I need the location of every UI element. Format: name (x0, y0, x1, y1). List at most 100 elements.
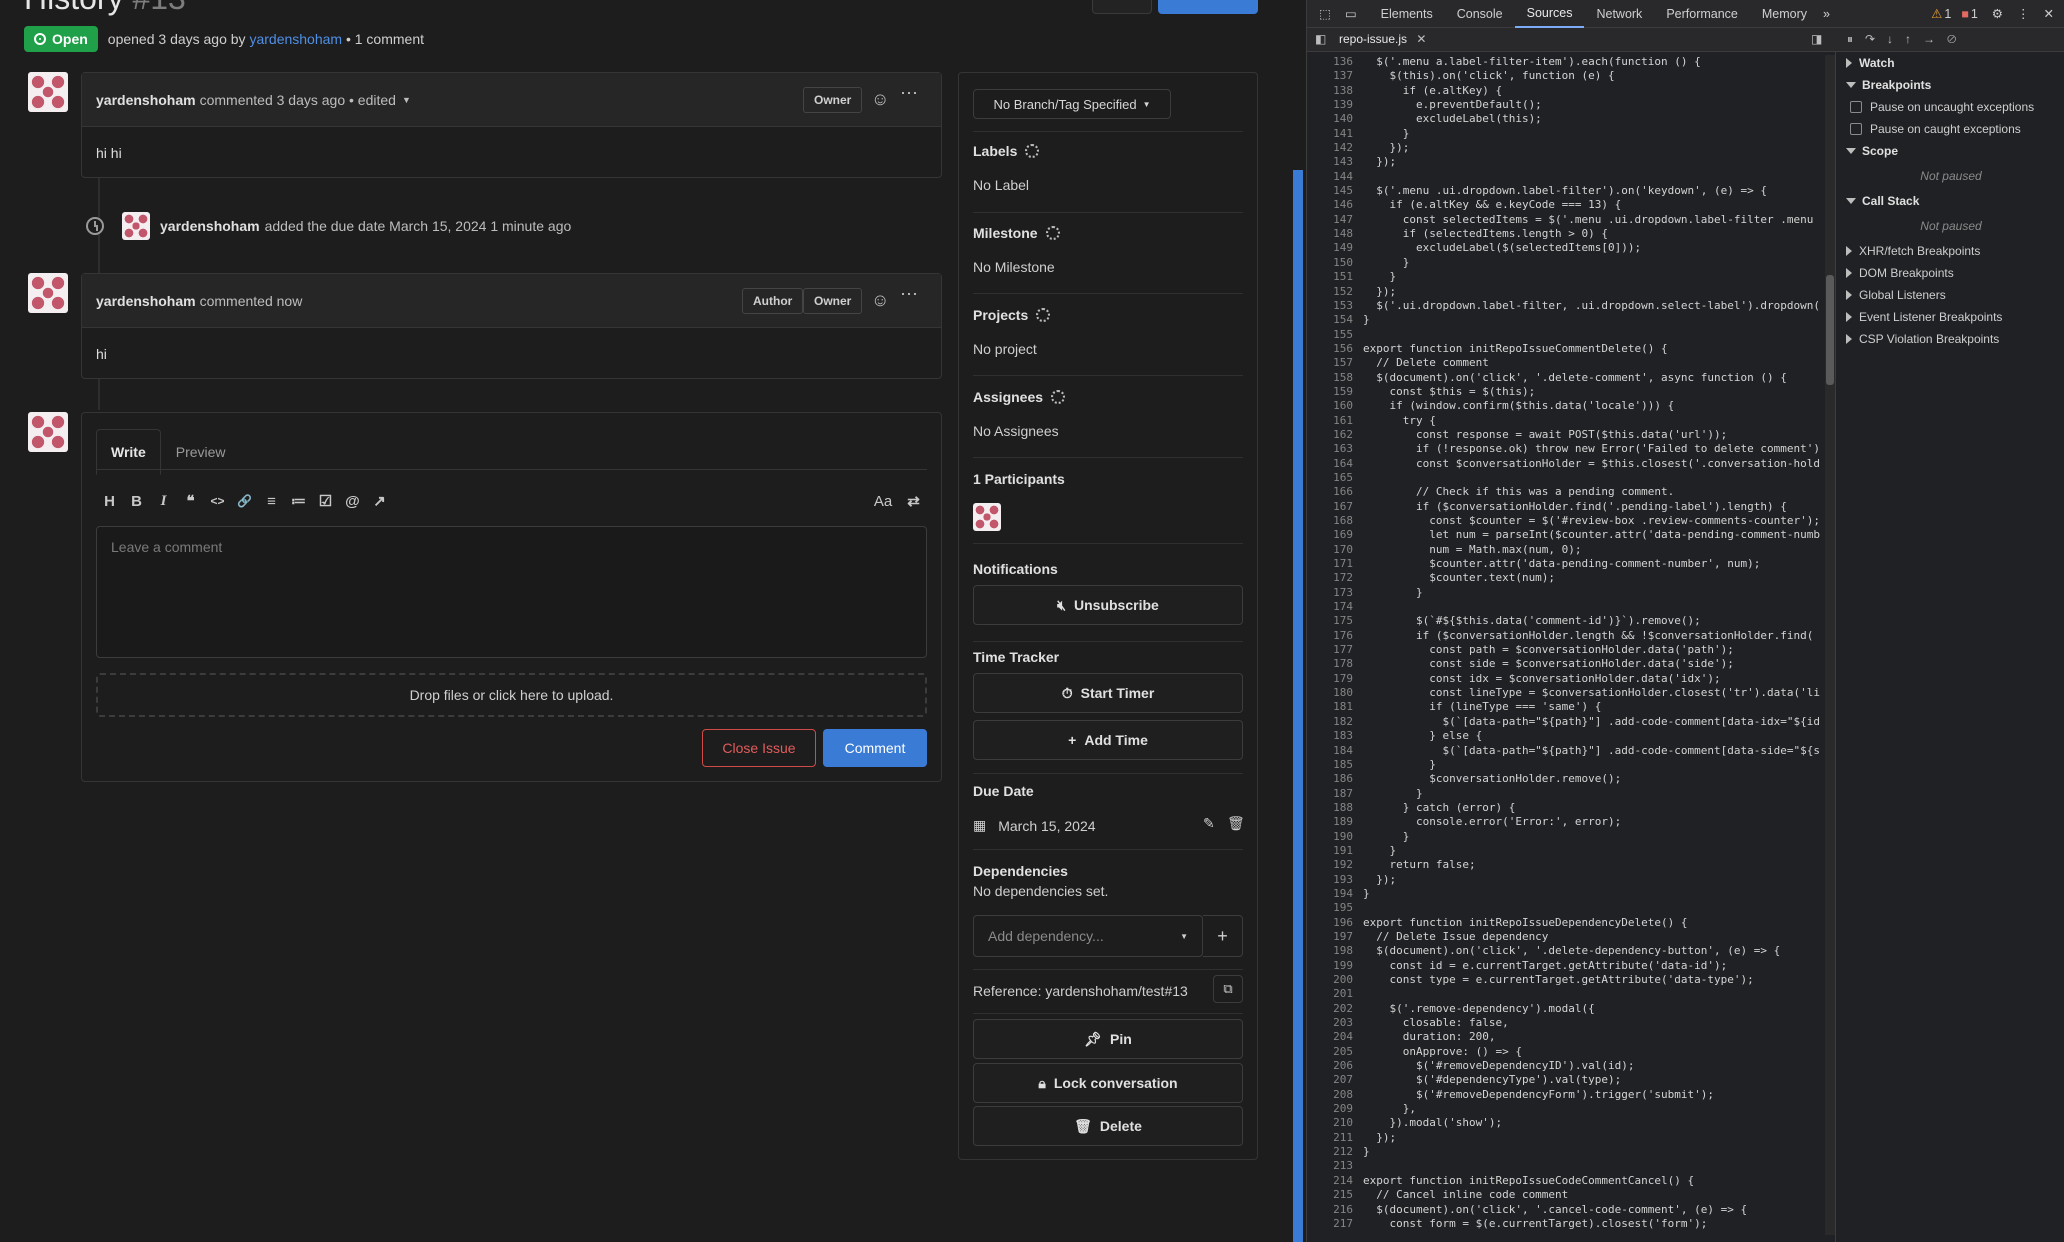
start-timer-button[interactable]: ⏱ Start Timer (973, 673, 1243, 713)
line-number[interactable]: 143 (1307, 155, 1353, 169)
line-number[interactable]: 138 (1307, 84, 1353, 98)
code-line[interactable]: }); (1363, 873, 1821, 887)
avatar[interactable] (122, 212, 150, 240)
quote-icon[interactable]: ❝ (177, 492, 204, 510)
line-number[interactable]: 210 (1307, 1116, 1353, 1130)
code-line[interactable]: $('.ui.dropdown.label-filter, .ui.dropdo… (1363, 299, 1821, 313)
code-line[interactable]: const type = e.currentTarget.getAttribut… (1363, 973, 1821, 987)
gear-icon[interactable] (1045, 226, 1060, 240)
gear-icon[interactable] (1025, 144, 1040, 158)
code-line[interactable]: }, (1363, 1102, 1821, 1116)
line-number[interactable]: 205 (1307, 1045, 1353, 1059)
code-line[interactable]: // Check if this was a pending comment. (1363, 485, 1821, 499)
font-toggle-icon[interactable]: Aa (866, 493, 900, 510)
code-line[interactable]: const response = await POST($this.data('… (1363, 428, 1821, 442)
code-editor[interactable]: 136 137 138 139 140 141 142 143 144 145 146 147 148 1… (1307, 55, 1821, 1235)
bold-icon[interactable]: B (123, 493, 150, 510)
line-number[interactable]: 208 (1307, 1088, 1353, 1102)
line-number[interactable]: 165 (1307, 471, 1353, 485)
reference-icon[interactable]: ↗ (366, 492, 393, 510)
line-number[interactable]: 196 (1307, 916, 1353, 930)
code-line[interactable]: } (1363, 844, 1821, 858)
unordered-list-icon[interactable]: ≡ (258, 493, 285, 510)
more-icon[interactable]: ⋯ (900, 83, 918, 104)
line-number[interactable]: 167 (1307, 500, 1353, 514)
code-line[interactable]: e.preventDefault(); (1363, 98, 1821, 112)
line-number[interactable]: 136 (1307, 55, 1353, 69)
xhr-breakpoints-section[interactable]: XHR/fetch Breakpoints (1838, 240, 2064, 262)
line-number[interactable]: 151 (1307, 270, 1353, 284)
delete-issue-button[interactable]: 🗑︎ Delete (973, 1106, 1243, 1146)
add-time-button[interactable]: + Add Time (973, 720, 1243, 760)
code-line[interactable] (1363, 987, 1821, 1001)
line-number[interactable]: 175 (1307, 614, 1353, 628)
tab-memory[interactable]: Memory (1750, 0, 1819, 28)
code-line[interactable]: num = Math.max(num, 0); (1363, 543, 1821, 557)
code-line[interactable]: const lineType = $conversationHolder.clo… (1363, 686, 1821, 700)
code-line[interactable]: }).modal('show'); (1363, 1116, 1821, 1130)
line-number[interactable]: 202 (1307, 1002, 1353, 1016)
code-line[interactable]: try { (1363, 414, 1821, 428)
reaction-icon[interactable]: ☺ (871, 290, 889, 311)
code-line[interactable]: $(document).on('click', '.delete-comment… (1363, 371, 1821, 385)
line-number[interactable]: 139 (1307, 98, 1353, 112)
line-number[interactable]: 186 (1307, 772, 1353, 786)
code-line[interactable] (1363, 901, 1821, 915)
code-scrollbar[interactable] (1825, 55, 1835, 1235)
line-number[interactable]: 163 (1307, 442, 1353, 456)
breakpoints-section[interactable]: Breakpoints (1838, 74, 2064, 96)
code-line[interactable]: $('#dependencyType').val(type); (1363, 1073, 1821, 1087)
tab-elements[interactable]: Elements (1369, 0, 1445, 28)
close-icon[interactable]: ✕ (1416, 32, 1426, 46)
code-line[interactable]: if ($conversationHolder.length && !$conv… (1363, 629, 1821, 643)
call-stack-section[interactable]: Call Stack (1838, 190, 2064, 212)
italic-icon[interactable]: I (150, 493, 177, 510)
line-number[interactable]: 171 (1307, 557, 1353, 571)
line-number[interactable]: 188 (1307, 801, 1353, 815)
scope-section[interactable]: Scope (1838, 140, 2064, 162)
tab-network[interactable]: Network (1584, 0, 1654, 28)
line-number[interactable]: 173 (1307, 586, 1353, 600)
more-tabs-icon[interactable]: » (1819, 0, 1834, 28)
avatar[interactable] (28, 72, 68, 112)
code-line[interactable]: $('#removeDependencyID').val(id); (1363, 1059, 1821, 1073)
code-line[interactable]: } (1363, 313, 1821, 327)
line-number[interactable]: 189 (1307, 815, 1353, 829)
dom-breakpoints-section[interactable]: DOM Breakpoints (1838, 262, 2064, 284)
debugger-toggle-icon[interactable]: ◨ (1811, 32, 1822, 46)
code-line[interactable]: $(`[data-path="${path}"] .add-code-comme… (1363, 715, 1821, 729)
code-line[interactable] (1363, 1159, 1821, 1173)
line-number[interactable]: 181 (1307, 700, 1353, 714)
gear-icon[interactable] (1051, 390, 1066, 404)
code-line[interactable]: if (window.confirm($this.data('locale'))… (1363, 399, 1821, 413)
line-number[interactable]: 157 (1307, 356, 1353, 370)
lock-conversation-button[interactable]: 🔒︎ Lock conversation (973, 1063, 1243, 1103)
code-line[interactable]: $(`#${$this.data('comment-id')}`).remove… (1363, 614, 1821, 628)
line-number[interactable]: 216 (1307, 1203, 1353, 1217)
code-line[interactable] (1363, 328, 1821, 342)
branch-dropdown[interactable]: No Branch/Tag Specified ▼ (973, 89, 1171, 119)
code-line[interactable]: if (e.altKey) { (1363, 84, 1821, 98)
add-dependency-button[interactable]: + (1203, 915, 1243, 957)
line-number[interactable]: 145 (1307, 184, 1353, 198)
global-listeners-section[interactable]: Global Listeners (1838, 284, 2064, 306)
unsubscribe-button[interactable]: 🔇︎ Unsubscribe (973, 585, 1243, 625)
line-number[interactable]: 168 (1307, 514, 1353, 528)
line-number[interactable]: 203 (1307, 1016, 1353, 1030)
code-line[interactable]: const $this = $(this); (1363, 385, 1821, 399)
code-line[interactable]: }); (1363, 1131, 1821, 1145)
error-count[interactable]: 1 (1971, 7, 1978, 21)
file-dropzone[interactable]: Drop files or click here to upload. (96, 673, 927, 717)
code-line[interactable]: } (1363, 270, 1821, 284)
code-line[interactable]: } (1363, 256, 1821, 270)
code-line[interactable]: const side = $conversationHolder.data('s… (1363, 657, 1821, 671)
code-line[interactable]: $(`[data-path="${path}"] .add-code-comme… (1363, 744, 1821, 758)
line-number[interactable]: 206 (1307, 1059, 1353, 1073)
line-number[interactable]: 164 (1307, 457, 1353, 471)
line-number[interactable]: 148 (1307, 227, 1353, 241)
code-line[interactable]: $conversationHolder.remove(); (1363, 772, 1821, 786)
line-number[interactable]: 147 (1307, 213, 1353, 227)
line-number[interactable]: 180 (1307, 686, 1353, 700)
code-line[interactable]: const $counter = $('#review-box .review-… (1363, 514, 1821, 528)
code-line[interactable]: if (selectedItems.length > 0) { (1363, 227, 1821, 241)
